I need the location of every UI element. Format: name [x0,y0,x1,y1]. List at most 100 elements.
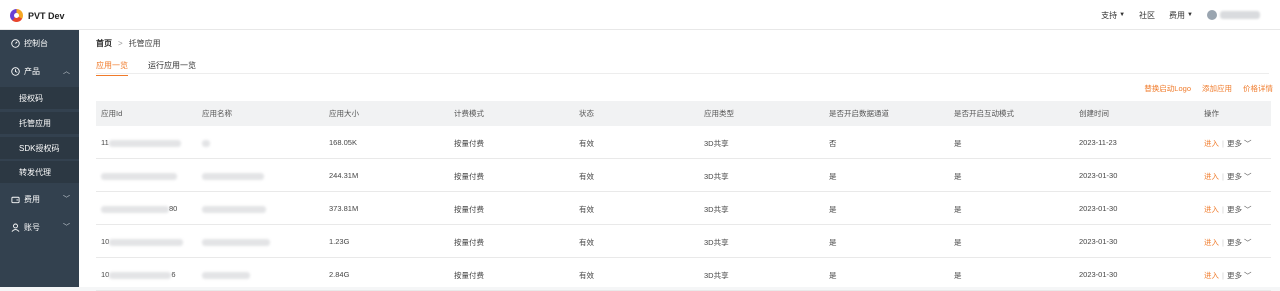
op-divider: | [1222,139,1224,148]
column-header: 计费模式 [454,109,484,118]
enter-link[interactable]: 进入 [1204,139,1219,148]
redacted-text [202,271,250,279]
enter-link[interactable]: 进入 [1204,271,1219,280]
sidebar-item-label: 授权码 [19,93,43,103]
column-header: 状态 [579,109,594,118]
redacted-text [109,238,184,246]
op-cell: 进入 | 更多 ﹀ [1204,270,1252,281]
billing-label: 费用 [1169,10,1186,20]
logo[interactable]: PVT Dev [10,9,65,22]
app-id-suffix: 80 [169,204,178,213]
enter-link[interactable]: 进入 [1204,205,1219,214]
op-divider: | [1222,271,1224,280]
status-cell: 有效 [579,271,594,280]
data-channel-cell: 是 [829,205,837,214]
app-size-cell: 1.23G [329,237,350,246]
breadcrumb-separator-icon: > [118,39,123,48]
app-id-prefix: 10 [101,270,110,279]
sidebar-item-account[interactable]: 账号 ﹀ [0,216,79,238]
column-header: 应用大小 [329,109,359,118]
app-id-prefix: 11 [101,138,109,147]
sidebar-item-auth-code[interactable]: 授权码 [0,87,79,109]
billing-cell: 按量付费 [454,238,484,247]
app-name-cell [202,171,264,180]
wallet-icon [10,194,20,204]
status-cell: 有效 [579,205,594,214]
table-row: 80 373.81M 按量付费 有效 3D共享 是 是 2023-01-30 进… [96,192,1271,225]
dashboard-icon [10,38,20,48]
op-cell: 进入 | 更多 ﹀ [1204,204,1252,215]
price-details-link[interactable]: 价格详情 [1243,83,1273,94]
redacted-text [202,205,266,213]
op-divider: | [1222,205,1224,214]
community-link[interactable]: 社区 [1139,10,1155,21]
chevron-down-icon[interactable]: ﹀ [1242,172,1252,181]
enter-link[interactable]: 进入 [1204,238,1219,247]
redacted-text [101,172,177,180]
app-id-cell [101,171,177,180]
chevron-down-icon[interactable]: ﹀ [1242,238,1252,247]
app-name-cell [202,237,270,246]
type-cell: 3D共享 [704,205,729,214]
status-cell: 有效 [579,238,594,247]
chevron-down-icon[interactable]: ﹀ [1242,205,1252,214]
more-dropdown[interactable]: 更多 [1227,238,1242,247]
app-size-cell: 373.81M [329,204,359,213]
enter-link[interactable]: 进入 [1204,172,1219,181]
interactive-cell: 是 [954,139,962,148]
interactive-cell: 是 [954,172,962,181]
sidebar-item-billing[interactable]: 费用 ﹀ [0,188,79,210]
action-links: 替换启动Logo 添加应用 价格详情 [1133,83,1273,94]
breadcrumb: 首页 > 托管应用 [96,38,161,49]
username-redacted [1220,11,1260,19]
app-size-cell: 168.05K [329,138,357,147]
type-cell: 3D共享 [704,139,729,148]
status-cell: 有效 [579,139,594,148]
sidebar-item-label: 费用 [24,194,40,204]
more-dropdown[interactable]: 更多 [1227,139,1242,148]
user-menu[interactable] [1207,10,1260,20]
breadcrumb-home[interactable]: 首页 [96,38,112,49]
apps-table: 应用Id 应用名称 应用大小 计费模式 状态 应用类型 是否开启数据通道 是否开… [96,101,1271,291]
app-id-prefix: 10 [101,237,110,246]
column-header: 是否开启数据通道 [829,109,889,118]
support-menu[interactable]: 支持 ▼ [1101,10,1125,21]
column-header: 应用Id [101,109,123,118]
sidebar-item-label: SDK授权码 [19,143,60,153]
op-cell: 进入 | 更多 ﹀ [1204,138,1252,149]
table-row: 244.31M 按量付费 有效 3D共享 是 是 2023-01-30 进入 | 更… [96,159,1271,192]
app-name-cell [202,138,210,147]
main-content: 首页 > 托管应用 应用一览 运行应用一览 替换启动Logo 添加应用 价格详情… [79,30,1280,291]
app-title: PVT Dev [28,10,65,21]
sidebar-item-label: 账号 [24,222,40,232]
created-cell: 2023-01-30 [1079,270,1118,279]
redacted-text [109,271,172,279]
app-name-cell [202,270,250,279]
column-header: 创建时间 [1079,109,1109,118]
chevron-down-icon[interactable]: ﹀ [1242,271,1252,280]
sidebar-item-hosted-apps[interactable]: 托管应用 [0,112,79,134]
table-row: 10 1.23G 按量付费 有效 3D共享 是 是 2023-01-30 进入 |… [96,225,1271,258]
interactive-cell: 是 [954,238,962,247]
add-app-link[interactable]: 添加应用 [1202,83,1232,94]
chevron-down-icon[interactable]: ﹀ [1242,139,1252,148]
more-dropdown[interactable]: 更多 [1227,271,1242,280]
created-cell: 2023-01-30 [1079,204,1118,213]
billing-menu[interactable]: 费用 ▼ [1169,10,1193,21]
sidebar-item-products[interactable]: 产品 ︿ [0,60,79,82]
pvt-logo-icon [10,9,23,22]
sidebar-item-forward-proxy[interactable]: 转发代理 [0,161,79,183]
replace-logo-link[interactable]: 替换启动Logo [1144,83,1191,94]
column-header: 操作 [1204,109,1219,118]
app-name-cell [202,204,266,213]
tabs-divider [96,73,1269,74]
clock-icon [10,66,20,76]
app-id-cell: 10 [101,237,184,246]
chevron-up-icon: ︿ [63,68,70,75]
sidebar-item-sdk-auth-code[interactable]: SDK授权码 [0,137,79,159]
op-divider: | [1222,238,1224,247]
more-dropdown[interactable]: 更多 [1227,172,1242,181]
more-dropdown[interactable]: 更多 [1227,205,1242,214]
sidebar-item-console[interactable]: 控制台 [0,32,79,54]
type-cell: 3D共享 [704,172,729,181]
